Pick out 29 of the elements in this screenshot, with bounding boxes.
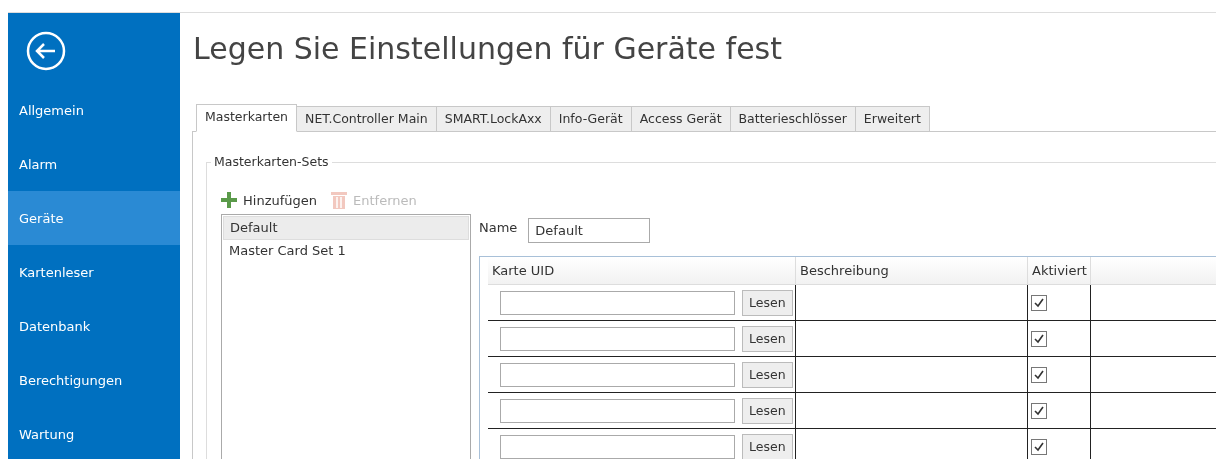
- tab[interactable]: Access Gerät: [631, 106, 731, 132]
- column-header[interactable]: Karte UID: [488, 257, 796, 284]
- read-button[interactable]: Lesen: [742, 397, 793, 424]
- sidebar-item[interactable]: Allgemein: [8, 83, 180, 137]
- tab[interactable]: Info-Gerät: [550, 106, 632, 132]
- page-title: Legen Sie Einstellungen für Geräte fest: [193, 30, 783, 68]
- read-button[interactable]: Lesen: [742, 361, 793, 388]
- sidebar-item[interactable]: Berechtigungen: [8, 353, 180, 407]
- sidebar-item[interactable]: Alarm: [8, 137, 180, 191]
- name-label: Name: [479, 219, 518, 235]
- sidebar-item[interactable]: Wartung: [8, 407, 180, 459]
- tab[interactable]: Masterkarten: [196, 104, 298, 132]
- tab[interactable]: Erweitert: [855, 106, 930, 132]
- list-item[interactable]: Master Card Set 1: [223, 240, 469, 262]
- read-button[interactable]: Lesen: [742, 325, 793, 352]
- list-item[interactable]: Default: [223, 216, 469, 240]
- sidebar-item[interactable]: Datenbank: [8, 299, 180, 353]
- column-header[interactable]: Aktiviert: [1028, 257, 1091, 284]
- add-button[interactable]: Hinzufügen: [221, 192, 317, 208]
- group-title: Masterkarten-Sets: [211, 154, 332, 169]
- read-button[interactable]: Lesen: [742, 289, 793, 316]
- tab[interactable]: SMART.LockAxx: [436, 106, 551, 132]
- name-field[interactable]: Default: [528, 218, 651, 243]
- column-header[interactable]: Beschreibung: [796, 257, 1028, 284]
- tab[interactable]: Batterieschlösser: [730, 106, 856, 132]
- read-button[interactable]: Lesen: [742, 433, 793, 459]
- sidebar-item[interactable]: Geräte: [8, 191, 180, 245]
- tab[interactable]: NET.Controller Main: [297, 106, 437, 132]
- sidebar-item[interactable]: Kartenleser: [8, 245, 180, 299]
